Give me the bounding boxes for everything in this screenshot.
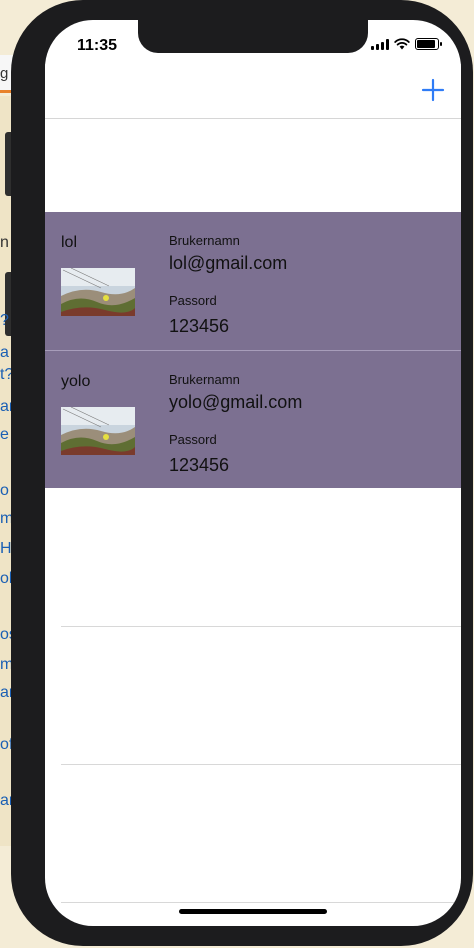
phone-screen: 11:35 lol Brukernamn lol@gmail.com Passo… bbox=[45, 20, 461, 926]
account-row[interactable]: lol Brukernamn lol@gmail.com Passord 123… bbox=[45, 212, 461, 350]
username-value: yolo@gmail.com bbox=[169, 392, 303, 412]
password-value: 123456 bbox=[169, 316, 230, 336]
battery-icon bbox=[415, 38, 442, 50]
empty-row-separator bbox=[61, 902, 461, 903]
wifi-icon bbox=[394, 38, 410, 50]
account-name: lol bbox=[61, 234, 78, 251]
password-value: 123456 bbox=[169, 455, 230, 475]
background-word: e bbox=[0, 426, 9, 443]
empty-row-separator bbox=[61, 626, 461, 627]
cellular-signal-icon bbox=[371, 38, 389, 50]
username-value: lol@gmail.com bbox=[169, 253, 288, 273]
background-word: H bbox=[0, 540, 12, 557]
empty-row-separator bbox=[61, 764, 461, 765]
background-tab-label: g bbox=[0, 65, 9, 82]
background-word: n bbox=[0, 234, 9, 251]
background-word: o bbox=[0, 482, 9, 499]
username-label: Brukernamn bbox=[169, 372, 240, 387]
status-time: 11:35 bbox=[77, 37, 118, 54]
navigation-bar bbox=[45, 64, 461, 119]
background-word: a bbox=[0, 344, 9, 361]
password-label: Passord bbox=[169, 293, 217, 308]
accounts-list: lol Brukernamn lol@gmail.com Passord 123… bbox=[45, 212, 461, 488]
notch bbox=[138, 20, 368, 53]
account-row[interactable]: yolo Brukernamn yolo@gmail.com Passord 1… bbox=[45, 350, 461, 488]
landscape-photo-thumbnail bbox=[61, 268, 135, 316]
battery-level bbox=[417, 40, 435, 48]
account-name: yolo bbox=[61, 373, 91, 390]
password-label: Passord bbox=[169, 432, 217, 447]
username-label: Brukernamn bbox=[169, 233, 240, 248]
add-account-button[interactable] bbox=[417, 74, 449, 106]
background-word: ? bbox=[0, 312, 9, 329]
home-indicator[interactable] bbox=[179, 909, 327, 914]
status-icons bbox=[371, 38, 442, 50]
phone-frame: 11:35 lol Brukernamn lol@gmail.com Passo… bbox=[11, 0, 473, 946]
landscape-photo-thumbnail bbox=[61, 407, 135, 455]
plus-icon bbox=[421, 78, 445, 102]
